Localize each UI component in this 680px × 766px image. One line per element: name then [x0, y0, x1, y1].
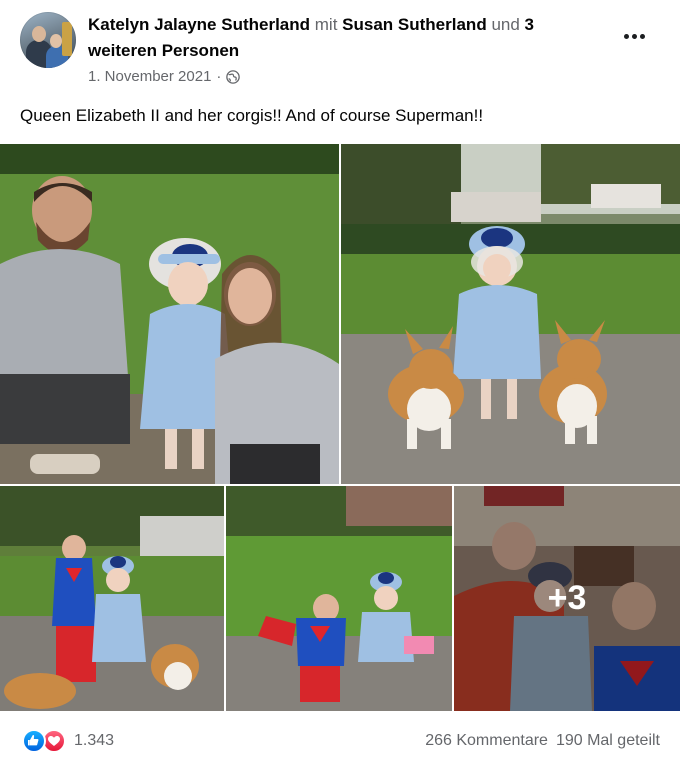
- post-date[interactable]: 1. November 2021: [88, 68, 211, 85]
- post-header: Katelyn Jalayne Sutherland mit Susan Sut…: [0, 0, 680, 96]
- photo-1[interactable]: [0, 144, 339, 484]
- more-photos-overlay[interactable]: +3: [454, 486, 680, 711]
- facebook-post: Katelyn Jalayne Sutherland mit Susan Sut…: [0, 0, 680, 766]
- comments-count-link[interactable]: 266 Kommentare: [425, 732, 548, 750]
- like-icon: [22, 729, 46, 753]
- post-meta: 1. November 2021 ·: [88, 68, 241, 85]
- post-caption: Queen Elizabeth II and her corgis!! And …: [20, 106, 484, 125]
- photo-4[interactable]: [226, 486, 452, 711]
- more-options-icon[interactable]: [618, 22, 650, 50]
- photo-5[interactable]: +3: [454, 486, 680, 711]
- meta-separator: ·: [216, 68, 222, 85]
- tagged-person-name[interactable]: Susan Sutherland: [342, 15, 487, 34]
- author-avatar[interactable]: [20, 12, 76, 68]
- author-name[interactable]: Katelyn Jalayne Sutherland: [88, 15, 310, 34]
- post-author-line: Katelyn Jalayne Sutherland mit Susan Sut…: [88, 12, 588, 64]
- shares-count-link[interactable]: 190 Mal geteilt: [556, 732, 660, 750]
- with-word: mit: [314, 15, 338, 34]
- extra-photos-count: +3: [547, 579, 587, 617]
- post-stats: 266 Kommentare 190 Mal geteilt: [425, 732, 660, 750]
- and-word: und: [491, 15, 520, 34]
- post-footer: 1.343 266 Kommentare 190 Mal geteilt: [0, 711, 680, 766]
- photo-2[interactable]: [341, 144, 680, 484]
- photo-3[interactable]: [0, 486, 224, 711]
- reaction-count: 1.343: [74, 732, 115, 749]
- reactions-summary[interactable]: 1.343: [22, 729, 114, 753]
- globe-icon: [226, 69, 241, 84]
